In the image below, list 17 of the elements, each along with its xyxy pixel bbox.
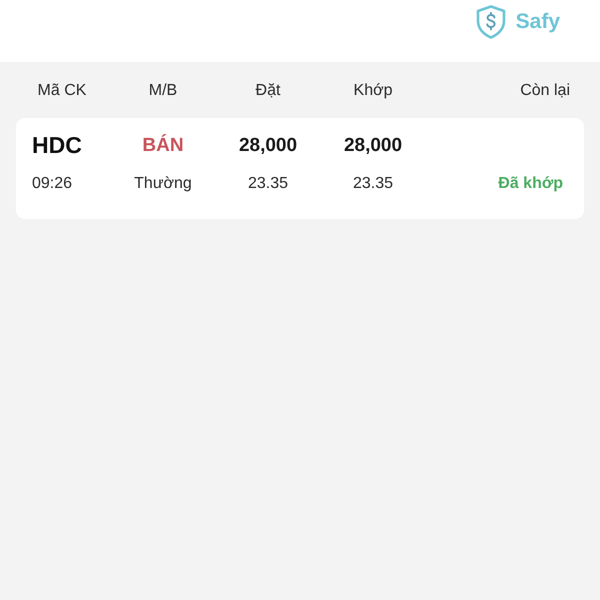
order-side: BÁN [142,134,184,156]
column-header: Còn lại [520,82,571,100]
order-type: Thường [134,175,192,193]
order-quantity: 28,000 [238,134,298,156]
stock-symbol: HDC [32,132,82,159]
matched-quantity: 28,000 [344,134,402,156]
order-status: Đã khớp [498,175,563,193]
column-header: Đặt [256,82,280,100]
brand-name: Safy [516,10,560,34]
matched-price: 23.35 [352,175,394,193]
column-header: Khớp [354,82,392,100]
order-price: 23.35 [248,175,288,193]
column-header: Mã CK [38,82,86,100]
column-header: M/B [148,82,178,100]
shield-dollar-icon [476,5,506,39]
order-card[interactable]: HDC BÁN 28,000 28,000 09:26 Thường 23.35 23.35 Đã khớp [16,118,584,219]
order-time: 09:26 [32,175,72,193]
